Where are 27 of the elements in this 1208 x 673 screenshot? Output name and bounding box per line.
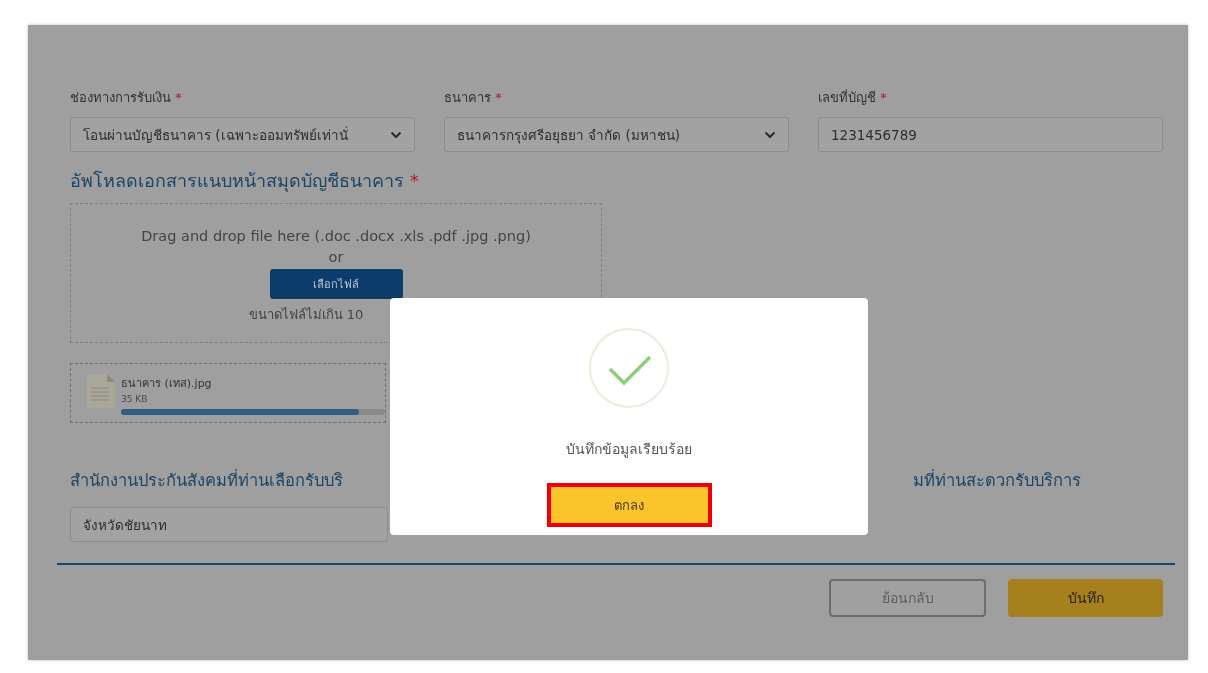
section-heading: มที่ท่านสะดวกรับบริการ: [913, 471, 1081, 490]
file-icon: [87, 374, 115, 408]
dropdown-field[interactable]: จังหวัดชัยนาท: [70, 507, 388, 542]
drop-hint: Drag and drop file here (.doc .docx .xls .pdf .jpg .png): [141, 227, 531, 246]
input-field[interactable]: 1231456789: [818, 117, 1163, 152]
field-label: ธนาคาร: [444, 90, 491, 105]
field-label: ช่องทางการรับเงิน: [70, 90, 171, 105]
section-heading: สำนักงานประกันสังคมที่ท่านเลือกรับบริ: [70, 468, 344, 492]
ok-button[interactable]: ตกลง: [546, 483, 712, 527]
success-message: บันทึกข้อมูลเรียบร้อย: [566, 440, 692, 460]
file-size: 35 KB: [121, 394, 149, 404]
section-heading: อัพโหลดเอกสารแนบหน้าสมุดบัญชีธนาคาร: [70, 170, 404, 191]
choose-file-button[interactable]: เลือกไฟล์: [269, 269, 403, 299]
required-mark: *: [495, 90, 502, 105]
required-mark: *: [880, 90, 887, 105]
chevron-down-icon: [764, 130, 776, 139]
required-mark: *: [409, 170, 419, 191]
required-mark: *: [175, 90, 182, 105]
or-text: or: [328, 248, 344, 267]
dropdown-field[interactable]: โอนผ่านบัญชีธนาคาร (เฉพาะออมทรัพย์เท่านั่: [70, 117, 415, 152]
chevron-down-icon: [390, 130, 402, 139]
save-button[interactable]: บันทึก: [1008, 579, 1163, 617]
file-name: ธนาคาร (เทส).jpg: [121, 376, 213, 392]
dropdown-field[interactable]: ธนาคารกรุงศรีอยุธยา จำกัด (มหาชน): [444, 117, 789, 152]
field-label: เลขที่บัญชี: [818, 90, 876, 105]
check-circle-icon: [588, 327, 670, 409]
size-limit-text: ขนาดไฟล์ไม่เกิน 10: [248, 306, 364, 324]
